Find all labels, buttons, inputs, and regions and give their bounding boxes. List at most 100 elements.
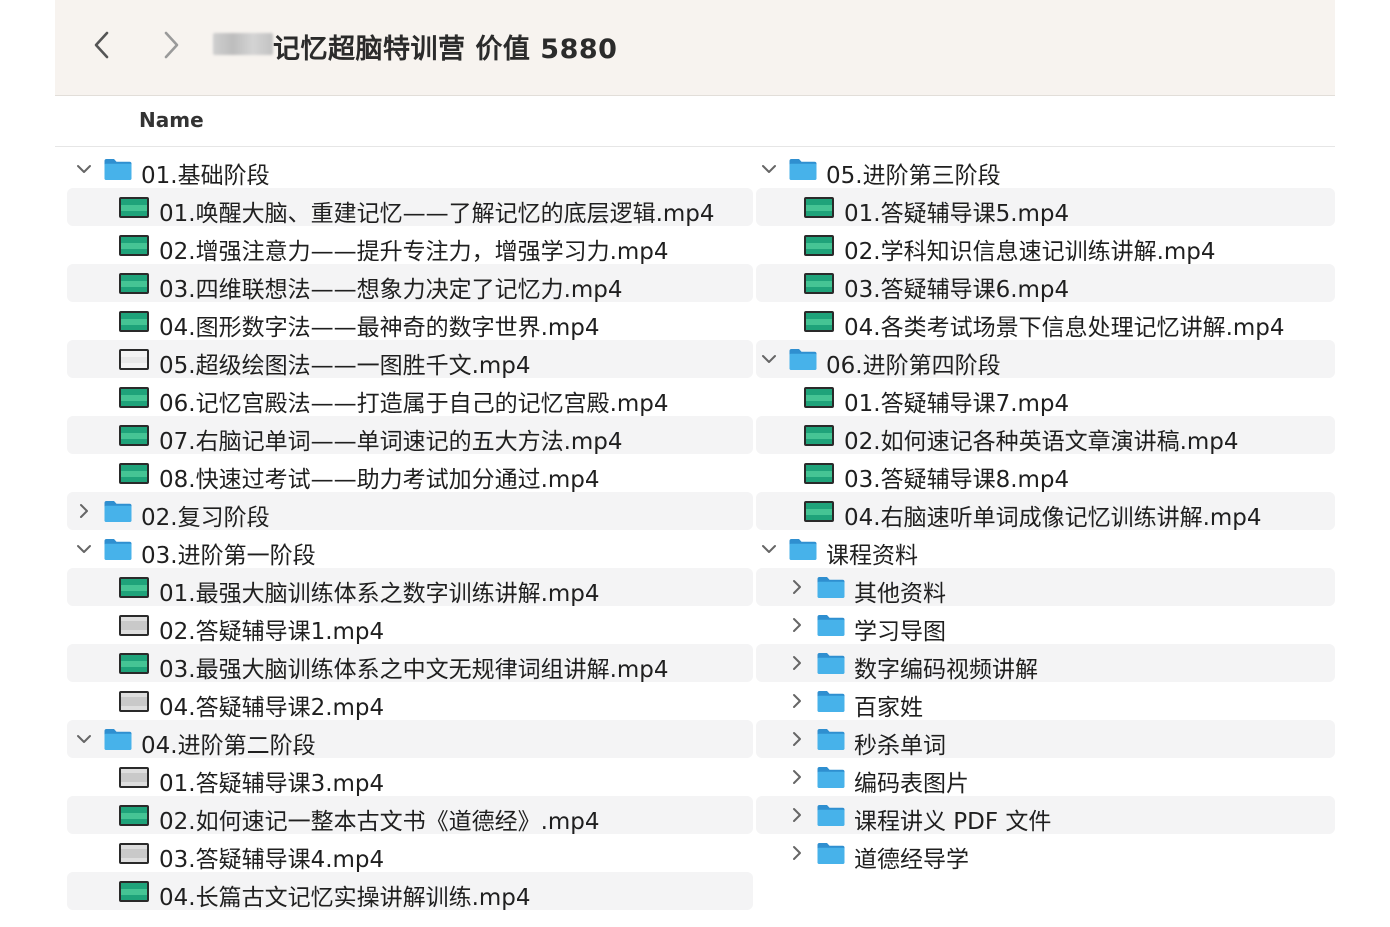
finder-window: 记忆超脑特训营 价值 5880 Name 01.基础阶段 01.唤醒大脑、重建记忆… [55, 0, 1335, 927]
file-row[interactable]: 01.最强大脑训练体系之数字训练讲解.mp4 [67, 568, 753, 607]
folder-name: 其他资料 [854, 581, 946, 607]
file-row[interactable]: 03.四维联想法——想象力决定了记忆力.mp4 [67, 264, 753, 303]
folder-row[interactable]: 秒杀单词 [756, 720, 1335, 759]
file-row[interactable]: 01.答疑辅导课5.mp4 [756, 188, 1335, 227]
file-row[interactable]: 02.增强注意力——提升专注力，增强学习力.mp4 [67, 226, 753, 265]
chevron-down-icon[interactable] [73, 538, 95, 560]
folder-row[interactable]: 编码表图片 [756, 758, 1335, 797]
video-file-icon [119, 425, 149, 446]
file-row[interactable]: 02.如何速记各种英语文章演讲稿.mp4 [756, 416, 1335, 455]
back-button[interactable] [87, 28, 119, 62]
video-file-icon [119, 615, 149, 636]
column-header-row: Name [55, 96, 1335, 147]
file-row[interactable]: 04.图形数字法——最神奇的数字世界.mp4 [67, 302, 753, 341]
file-row[interactable]: 04.右脑速听单词成像记忆训练讲解.mp4 [756, 492, 1335, 531]
forward-button[interactable] [155, 28, 187, 62]
file-row[interactable]: 01.唤醒大脑、重建记忆——了解记忆的底层逻辑.mp4 [67, 188, 753, 227]
folder-row[interactable]: 06.进阶第四阶段 [756, 340, 1335, 379]
folder-name: 课程讲义 PDF 文件 [854, 809, 1052, 835]
folder-row[interactable]: 02.复习阶段 [67, 492, 753, 531]
folder-icon [816, 765, 846, 795]
file-row[interactable]: 08.快速过考试——助力考试加分通过.mp4 [67, 454, 753, 493]
folder-icon [788, 157, 818, 187]
file-row[interactable]: 05.超级绘图法——一图胜千文.mp4 [67, 340, 753, 379]
file-row[interactable]: 03.答疑辅导课8.mp4 [756, 454, 1335, 493]
folder-name: 道德经导学 [854, 847, 969, 873]
folder-row[interactable]: 01.基础阶段 [67, 150, 753, 189]
folder-row[interactable]: 学习导图 [756, 606, 1335, 645]
chevron-down-icon[interactable] [73, 158, 95, 180]
window-title: 记忆超脑特训营 价值 5880 [273, 34, 618, 65]
video-file-icon [119, 653, 149, 674]
folder-row[interactable]: 课程资料 [756, 530, 1335, 569]
folder-icon [816, 651, 846, 681]
folder-name: 01.基础阶段 [141, 163, 270, 189]
folder-name: 03.进阶第一阶段 [141, 543, 316, 569]
folder-icon [816, 727, 846, 757]
folder-row[interactable]: 道德经导学 [756, 834, 1335, 873]
chevron-right-icon[interactable] [73, 500, 95, 522]
file-name: 02.如何速记各种英语文章演讲稿.mp4 [844, 429, 1239, 455]
video-file-icon [119, 805, 149, 826]
folder-row[interactable]: 03.进阶第一阶段 [67, 530, 753, 569]
file-row[interactable]: 03.最强大脑训练体系之中文无规律词组讲解.mp4 [67, 644, 753, 683]
folder-name: 秒杀单词 [854, 733, 946, 759]
folder-row[interactable]: 05.进阶第三阶段 [756, 150, 1335, 189]
file-row[interactable]: 02.学科知识信息速记训练讲解.mp4 [756, 226, 1335, 265]
chevron-right-icon[interactable] [786, 766, 808, 788]
file-name: 01.答疑辅导课3.mp4 [159, 771, 385, 797]
chevron-right-icon[interactable] [786, 576, 808, 598]
video-file-icon [119, 273, 149, 294]
chevron-right-icon[interactable] [786, 804, 808, 826]
folder-name: 05.进阶第三阶段 [826, 163, 1001, 189]
file-row[interactable]: 02.答疑辅导课1.mp4 [67, 606, 753, 645]
column-header-name[interactable]: Name [139, 108, 204, 132]
folder-row[interactable]: 04.进阶第二阶段 [67, 720, 753, 759]
blurred-title-prefix [213, 33, 273, 55]
video-file-icon [119, 235, 149, 256]
file-name: 02.答疑辅导课1.mp4 [159, 619, 385, 645]
folder-icon [816, 803, 846, 833]
file-name: 03.四维联想法——想象力决定了记忆力.mp4 [159, 277, 623, 303]
chevron-down-icon[interactable] [758, 538, 780, 560]
chevron-down-icon[interactable] [758, 348, 780, 370]
folder-row[interactable]: 课程讲义 PDF 文件 [756, 796, 1335, 835]
folder-icon [103, 499, 133, 529]
folder-row[interactable]: 百家姓 [756, 682, 1335, 721]
file-name: 08.快速过考试——助力考试加分通过.mp4 [159, 467, 600, 493]
file-row[interactable]: 01.答疑辅导课7.mp4 [756, 378, 1335, 417]
file-row[interactable]: 06.记忆宫殿法——打造属于自己的记忆宫殿.mp4 [67, 378, 753, 417]
chevron-down-icon[interactable] [758, 158, 780, 180]
video-file-icon [804, 311, 834, 332]
chevron-down-icon[interactable] [73, 728, 95, 750]
chevron-right-icon[interactable] [786, 614, 808, 636]
file-row[interactable]: 04.长篇古文记忆实操讲解训练.mp4 [67, 872, 753, 911]
video-file-icon [804, 501, 834, 522]
chevron-right-icon[interactable] [786, 728, 808, 750]
video-file-icon [119, 311, 149, 332]
file-row[interactable]: 02.如何速记一整本古文书《道德经》.mp4 [67, 796, 753, 835]
chevron-right-icon[interactable] [786, 690, 808, 712]
chevron-right-icon[interactable] [786, 842, 808, 864]
folder-name: 课程资料 [826, 543, 918, 569]
folder-row[interactable]: 其他资料 [756, 568, 1335, 607]
chevron-right-icon [155, 28, 187, 62]
file-name: 02.学科知识信息速记训练讲解.mp4 [844, 239, 1216, 265]
video-file-icon [804, 463, 834, 484]
folder-row[interactable]: 数字编码视频讲解 [756, 644, 1335, 683]
file-row[interactable]: 04.各类考试场景下信息处理记忆讲解.mp4 [756, 302, 1335, 341]
video-file-icon [119, 463, 149, 484]
video-file-icon [804, 197, 834, 218]
video-file-icon [119, 881, 149, 902]
chevron-right-icon[interactable] [786, 652, 808, 674]
file-row[interactable]: 04.答疑辅导课2.mp4 [67, 682, 753, 721]
file-row[interactable]: 03.答疑辅导课6.mp4 [756, 264, 1335, 303]
folder-icon [816, 689, 846, 719]
file-row[interactable]: 03.答疑辅导课4.mp4 [67, 834, 753, 873]
video-file-icon [804, 235, 834, 256]
file-row[interactable]: 01.答疑辅导课3.mp4 [67, 758, 753, 797]
file-row[interactable]: 07.右脑记单词——单词速记的五大方法.mp4 [67, 416, 753, 455]
file-name: 01.答疑辅导课7.mp4 [844, 391, 1070, 417]
file-name: 02.如何速记一整本古文书《道德经》.mp4 [159, 809, 600, 835]
file-list-left: 01.基础阶段 01.唤醒大脑、重建记忆——了解记忆的底层逻辑.mp4 02.增强注… [67, 150, 753, 911]
